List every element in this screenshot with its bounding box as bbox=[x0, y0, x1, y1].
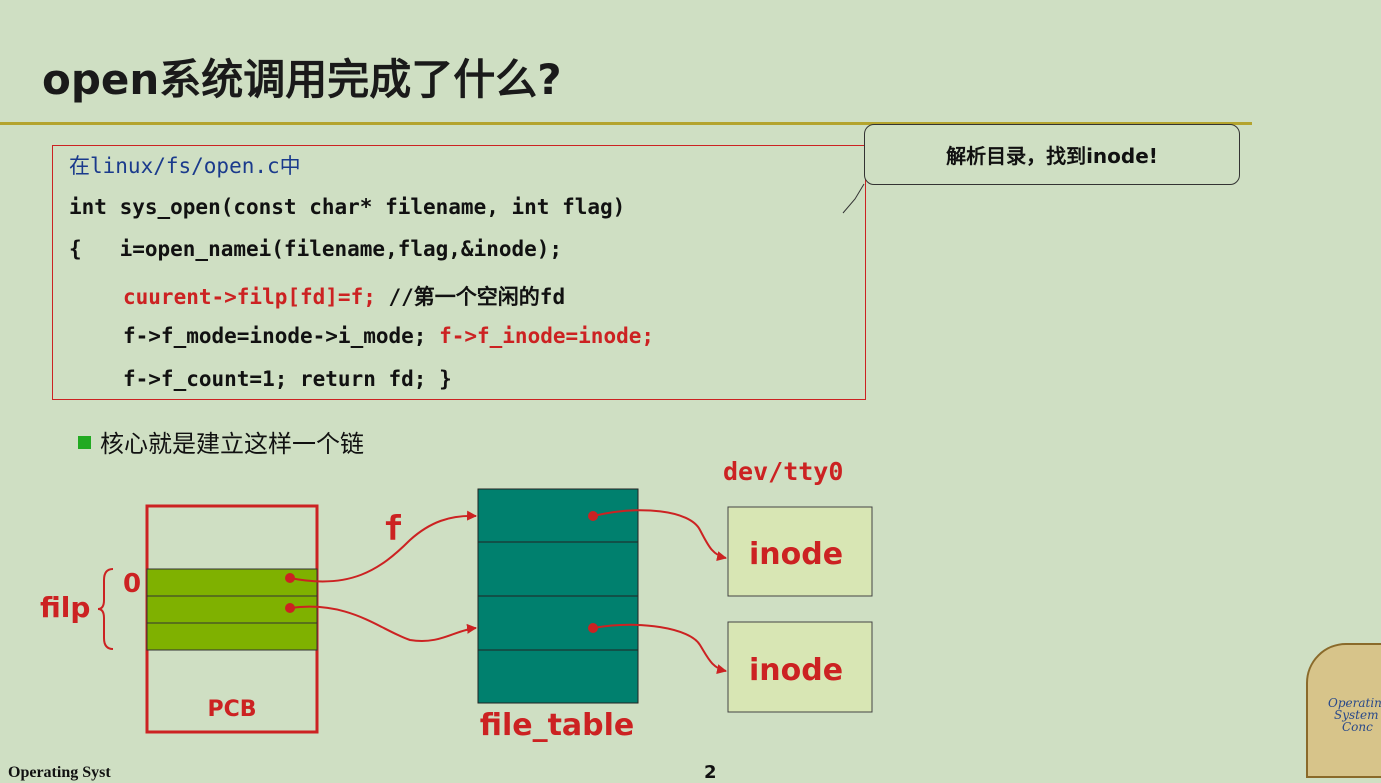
file-table-label: file_table bbox=[480, 708, 635, 743]
chain-diagram: PCB 0 filp file_table f dev/tty0 inode i… bbox=[40, 183, 873, 743]
callout-pointer bbox=[842, 183, 865, 214]
footer-page-number: 2 bbox=[704, 762, 717, 783]
logo-line-3: Conc bbox=[1342, 720, 1373, 734]
file-table-row-1 bbox=[477, 541, 639, 597]
inode-label-1: inode bbox=[749, 537, 843, 572]
logo-text: Operating System Conc bbox=[1328, 697, 1381, 733]
filp-label: filp bbox=[40, 591, 90, 624]
f-label: f bbox=[383, 509, 403, 549]
inode-label-2: inode bbox=[749, 653, 843, 688]
dev-tty0-label: dev/tty0 bbox=[723, 457, 843, 486]
filp-slot-2 bbox=[146, 622, 318, 651]
pcb-label: PCB bbox=[207, 697, 256, 722]
file-table-row-3 bbox=[477, 649, 639, 704]
file-table-row-0 bbox=[477, 488, 639, 543]
footer-course-name: Operating Syst bbox=[8, 764, 111, 781]
filp-index-zero: 0 bbox=[123, 569, 141, 599]
file-table-row-2 bbox=[477, 595, 639, 651]
filp-brace bbox=[97, 568, 114, 650]
book-logo: Operating System Conc bbox=[1306, 643, 1381, 778]
